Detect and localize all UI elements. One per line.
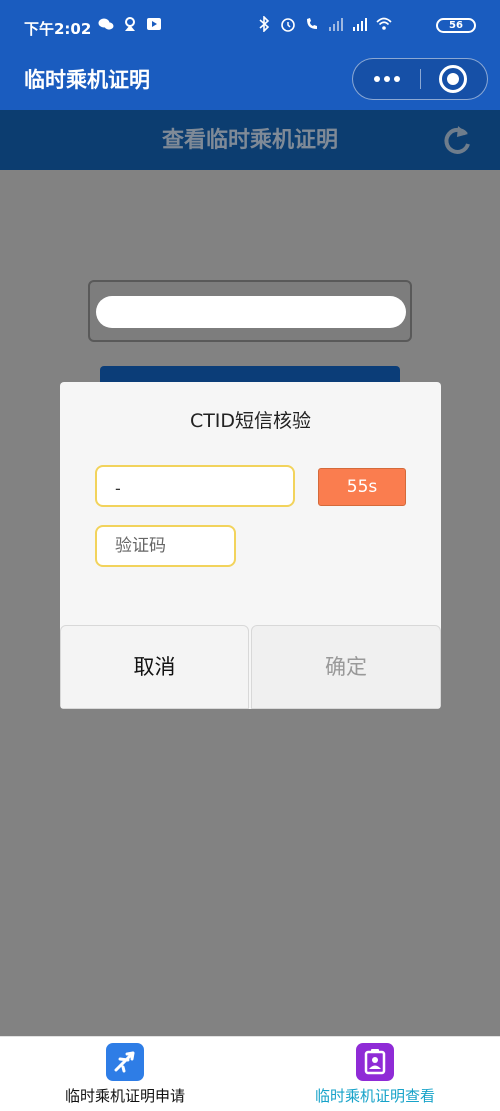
status-notification-icons xyxy=(98,16,162,32)
wifi-icon xyxy=(376,17,392,30)
refresh-icon[interactable] xyxy=(440,124,474,158)
phone-number-field[interactable]: - xyxy=(95,465,295,507)
status-time: 下午2:02 xyxy=(24,20,92,38)
verification-code-input[interactable] xyxy=(115,536,225,556)
phone-number-value: - xyxy=(115,479,121,498)
call-icon xyxy=(307,18,317,29)
app-notification-icon xyxy=(125,17,135,31)
tab-certificate-apply[interactable]: 临时乘机证明申请 xyxy=(25,1043,225,1109)
bluetooth-icon xyxy=(259,16,270,32)
battery-indicator: 56 xyxy=(436,18,476,33)
close-miniprogram-icon[interactable] xyxy=(439,65,467,93)
more-dot-icon xyxy=(373,76,380,82)
status-system-icons xyxy=(256,16,392,32)
status-bar: 下午2:02 56 xyxy=(0,0,500,50)
send-code-countdown-button[interactable]: 55s xyxy=(318,468,406,506)
more-dot-icon xyxy=(383,76,390,82)
sms-verification-dialog: CTID短信核验 - 55s 取消 确定 xyxy=(60,382,441,709)
tab-certificate-view[interactable]: 临时乘机证明查看 xyxy=(275,1043,475,1109)
tab-label: 临时乘机证明申请 xyxy=(64,1087,185,1105)
bottom-tabbar: 临时乘机证明申请 临时乘机证明查看 xyxy=(0,1036,500,1111)
more-dot-icon xyxy=(393,76,400,82)
app-title: 临时乘机证明 xyxy=(24,68,150,92)
certificate-icon xyxy=(356,1043,394,1081)
signal-strong-icon xyxy=(353,18,367,31)
wechat-icon xyxy=(98,18,114,30)
page-title: 查看临时乘机证明 xyxy=(161,128,338,153)
alarm-icon xyxy=(281,18,295,32)
signal-weak-icon xyxy=(329,18,343,31)
cancel-button[interactable]: 取消 xyxy=(60,625,249,709)
dialog-title: CTID短信核验 xyxy=(189,410,312,432)
verification-code-field xyxy=(95,525,236,567)
id-number-input[interactable] xyxy=(96,296,406,328)
confirm-button[interactable]: 确定 xyxy=(251,625,441,709)
capsule-divider xyxy=(420,69,421,89)
miniprogram-capsule xyxy=(352,58,488,100)
id-input-container xyxy=(88,280,412,342)
more-menu-button[interactable] xyxy=(353,59,420,99)
page-header: 查看临时乘机证明 xyxy=(0,110,500,170)
app-header: 临时乘机证明 xyxy=(0,50,500,110)
airplane-icon xyxy=(106,1043,144,1081)
video-play-icon xyxy=(147,18,161,30)
tab-label: 临时乘机证明查看 xyxy=(314,1087,435,1105)
